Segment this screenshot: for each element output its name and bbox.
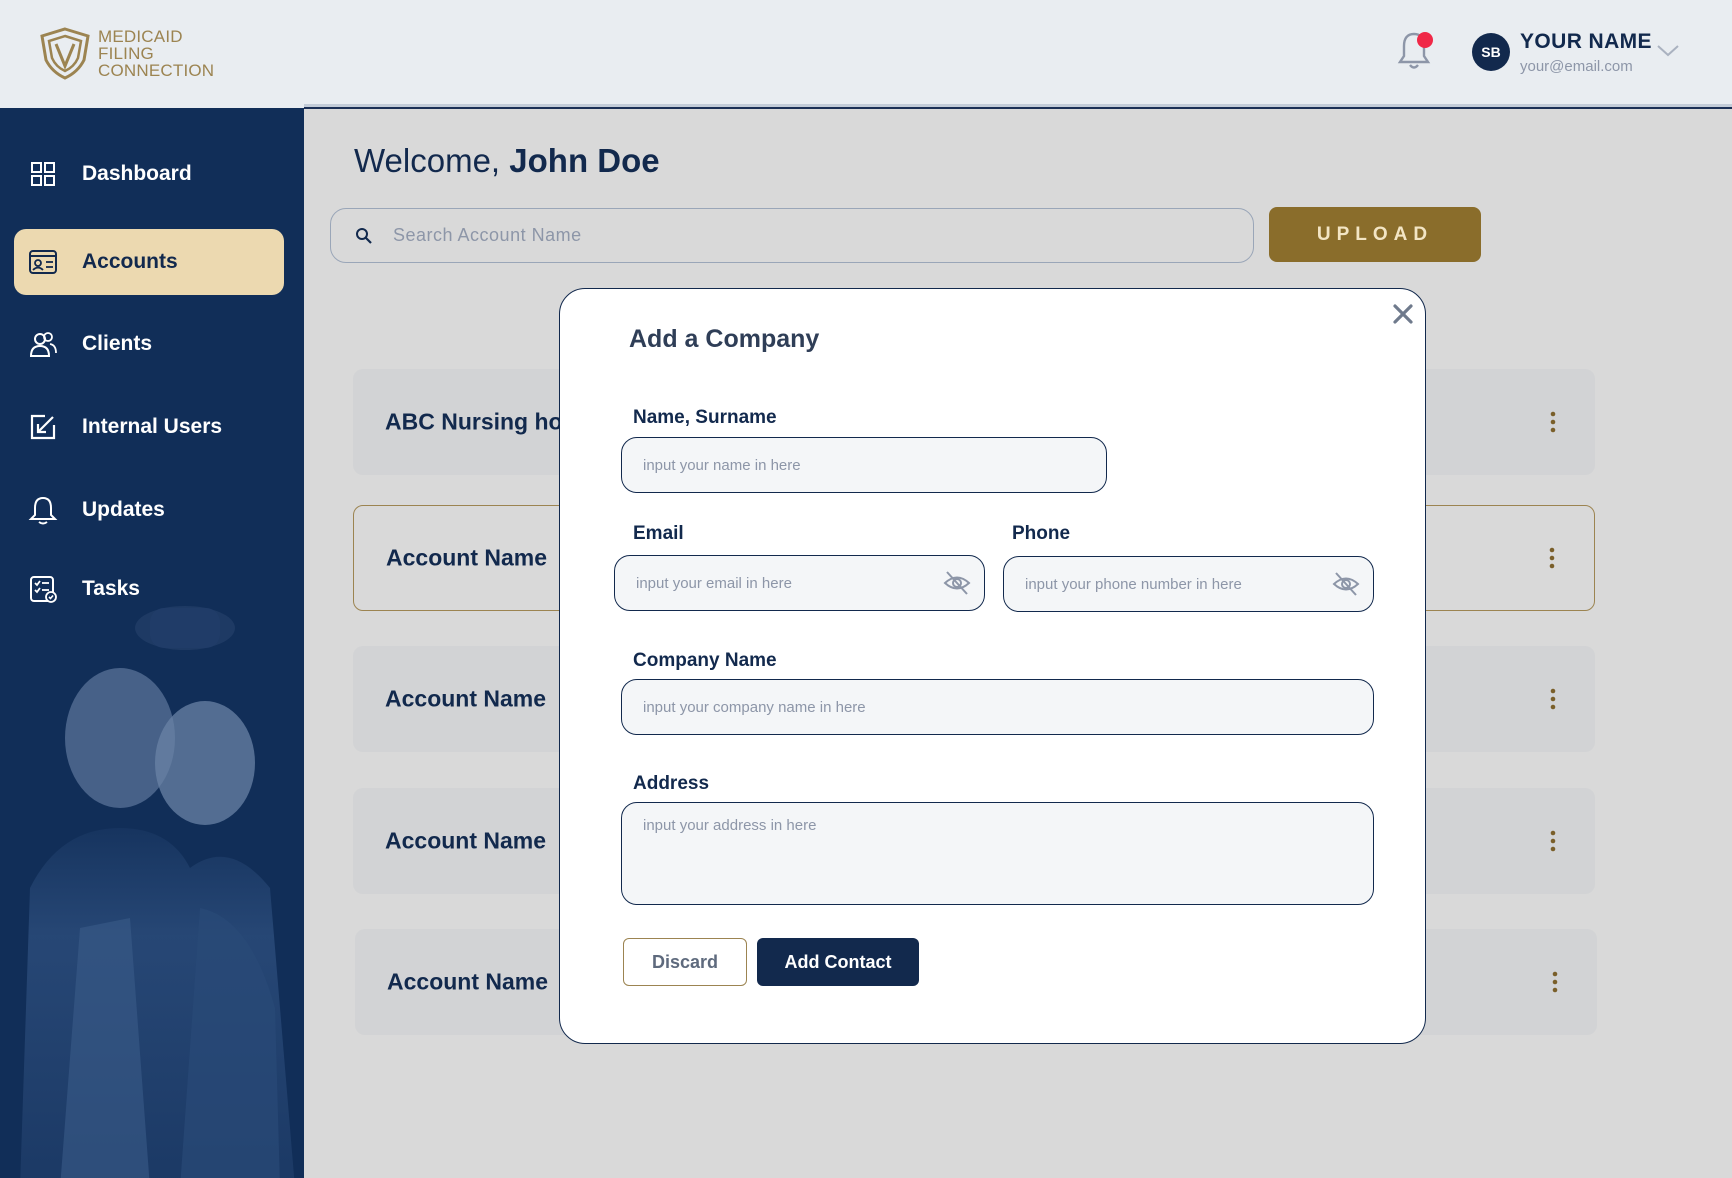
brand-name: MEDICAID FILING CONNECTION	[98, 28, 214, 79]
company-label: Company Name	[633, 650, 777, 671]
eye-off-icon[interactable]	[942, 568, 972, 598]
welcome-prefix: Welcome,	[354, 142, 510, 179]
top-header: MEDICAID FILING CONNECTION SB YOUR NAME …	[0, 0, 1732, 108]
id-card-icon	[29, 250, 57, 274]
sidebar-item-label: Accounts	[82, 250, 178, 273]
sidebar-item-dashboard[interactable]: Dashboard	[14, 141, 284, 207]
eye-off-icon[interactable]	[1331, 569, 1361, 599]
shield-icon	[40, 27, 90, 80]
more-options-icon[interactable]	[1548, 547, 1556, 569]
account-name: Account Name	[387, 968, 549, 995]
sidebar: Dashboard Accounts Clients Internal User…	[0, 108, 304, 1178]
more-options-icon[interactable]	[1549, 830, 1557, 852]
sidebar-item-label: Tasks	[82, 577, 140, 600]
checklist-icon	[30, 576, 57, 603]
modal-title: Add a Company	[629, 325, 820, 353]
sidebar-item-clients[interactable]: Clients	[14, 311, 284, 377]
search-bar[interactable]	[330, 208, 1254, 263]
phone-input[interactable]	[1025, 575, 1315, 593]
address-label: Address	[633, 773, 710, 794]
grid-icon	[31, 162, 55, 186]
brand-logo[interactable]: MEDICAID FILING CONNECTION	[38, 26, 214, 80]
sidebar-item-internal-users[interactable]: Internal Users	[14, 394, 284, 460]
brand-line-1: MEDICAID	[98, 26, 183, 46]
address-input[interactable]	[643, 817, 1373, 897]
phone-label: Phone	[1012, 523, 1071, 544]
discard-button[interactable]: Discard	[623, 938, 747, 986]
account-name: Account Name	[385, 685, 547, 712]
brand-line-3: CONNECTION	[98, 60, 215, 80]
email-input[interactable]	[636, 574, 926, 592]
name-label: Name, Surname	[633, 407, 777, 428]
edit-box-icon	[30, 414, 56, 440]
header-divider	[304, 104, 1732, 109]
users-icon	[29, 332, 57, 357]
phone-field[interactable]	[1003, 556, 1374, 612]
user-name[interactable]: YOUR NAME	[1520, 30, 1652, 54]
sidebar-item-label: Updates	[82, 498, 165, 521]
email-label: Email	[633, 523, 684, 544]
address-field[interactable]	[621, 802, 1374, 905]
name-input[interactable]	[643, 456, 1106, 474]
search-icon	[356, 227, 372, 244]
bell-icon	[28, 496, 58, 525]
user-email: your@email.com	[1520, 58, 1633, 75]
add-contact-button[interactable]: Add Contact	[757, 938, 919, 986]
page-title: Welcome, John Doe	[354, 142, 660, 180]
sidebar-item-label: Internal Users	[82, 415, 223, 438]
more-options-icon[interactable]	[1549, 411, 1557, 433]
more-options-icon[interactable]	[1551, 971, 1559, 993]
name-field[interactable]	[621, 437, 1107, 493]
chevron-down-icon[interactable]	[1656, 44, 1680, 58]
add-company-modal: Add a Company Name, Surname Email Phone …	[559, 288, 1426, 1044]
sidebar-item-label: Clients	[82, 332, 153, 355]
close-icon[interactable]	[1390, 301, 1416, 327]
account-name: Account Name	[386, 544, 548, 571]
search-input[interactable]	[393, 225, 1193, 246]
upload-button[interactable]: UPLOAD	[1269, 207, 1481, 262]
brand-line-2: FILING	[98, 43, 154, 63]
company-input[interactable]	[643, 698, 1373, 716]
sidebar-item-accounts[interactable]: Accounts	[14, 229, 284, 295]
company-field[interactable]	[621, 679, 1374, 735]
couple-photo	[20, 606, 295, 1178]
sidebar-item-label: Dashboard	[82, 162, 192, 185]
more-options-icon[interactable]	[1549, 688, 1557, 710]
avatar[interactable]: SB	[1472, 33, 1510, 71]
sidebar-item-tasks[interactable]: Tasks	[14, 556, 284, 622]
email-field[interactable]	[614, 555, 985, 611]
sidebar-item-updates[interactable]: Updates	[14, 477, 284, 543]
account-name: Account Name	[385, 827, 547, 854]
notification-dot	[1417, 32, 1433, 48]
welcome-name: John Doe	[509, 142, 660, 179]
